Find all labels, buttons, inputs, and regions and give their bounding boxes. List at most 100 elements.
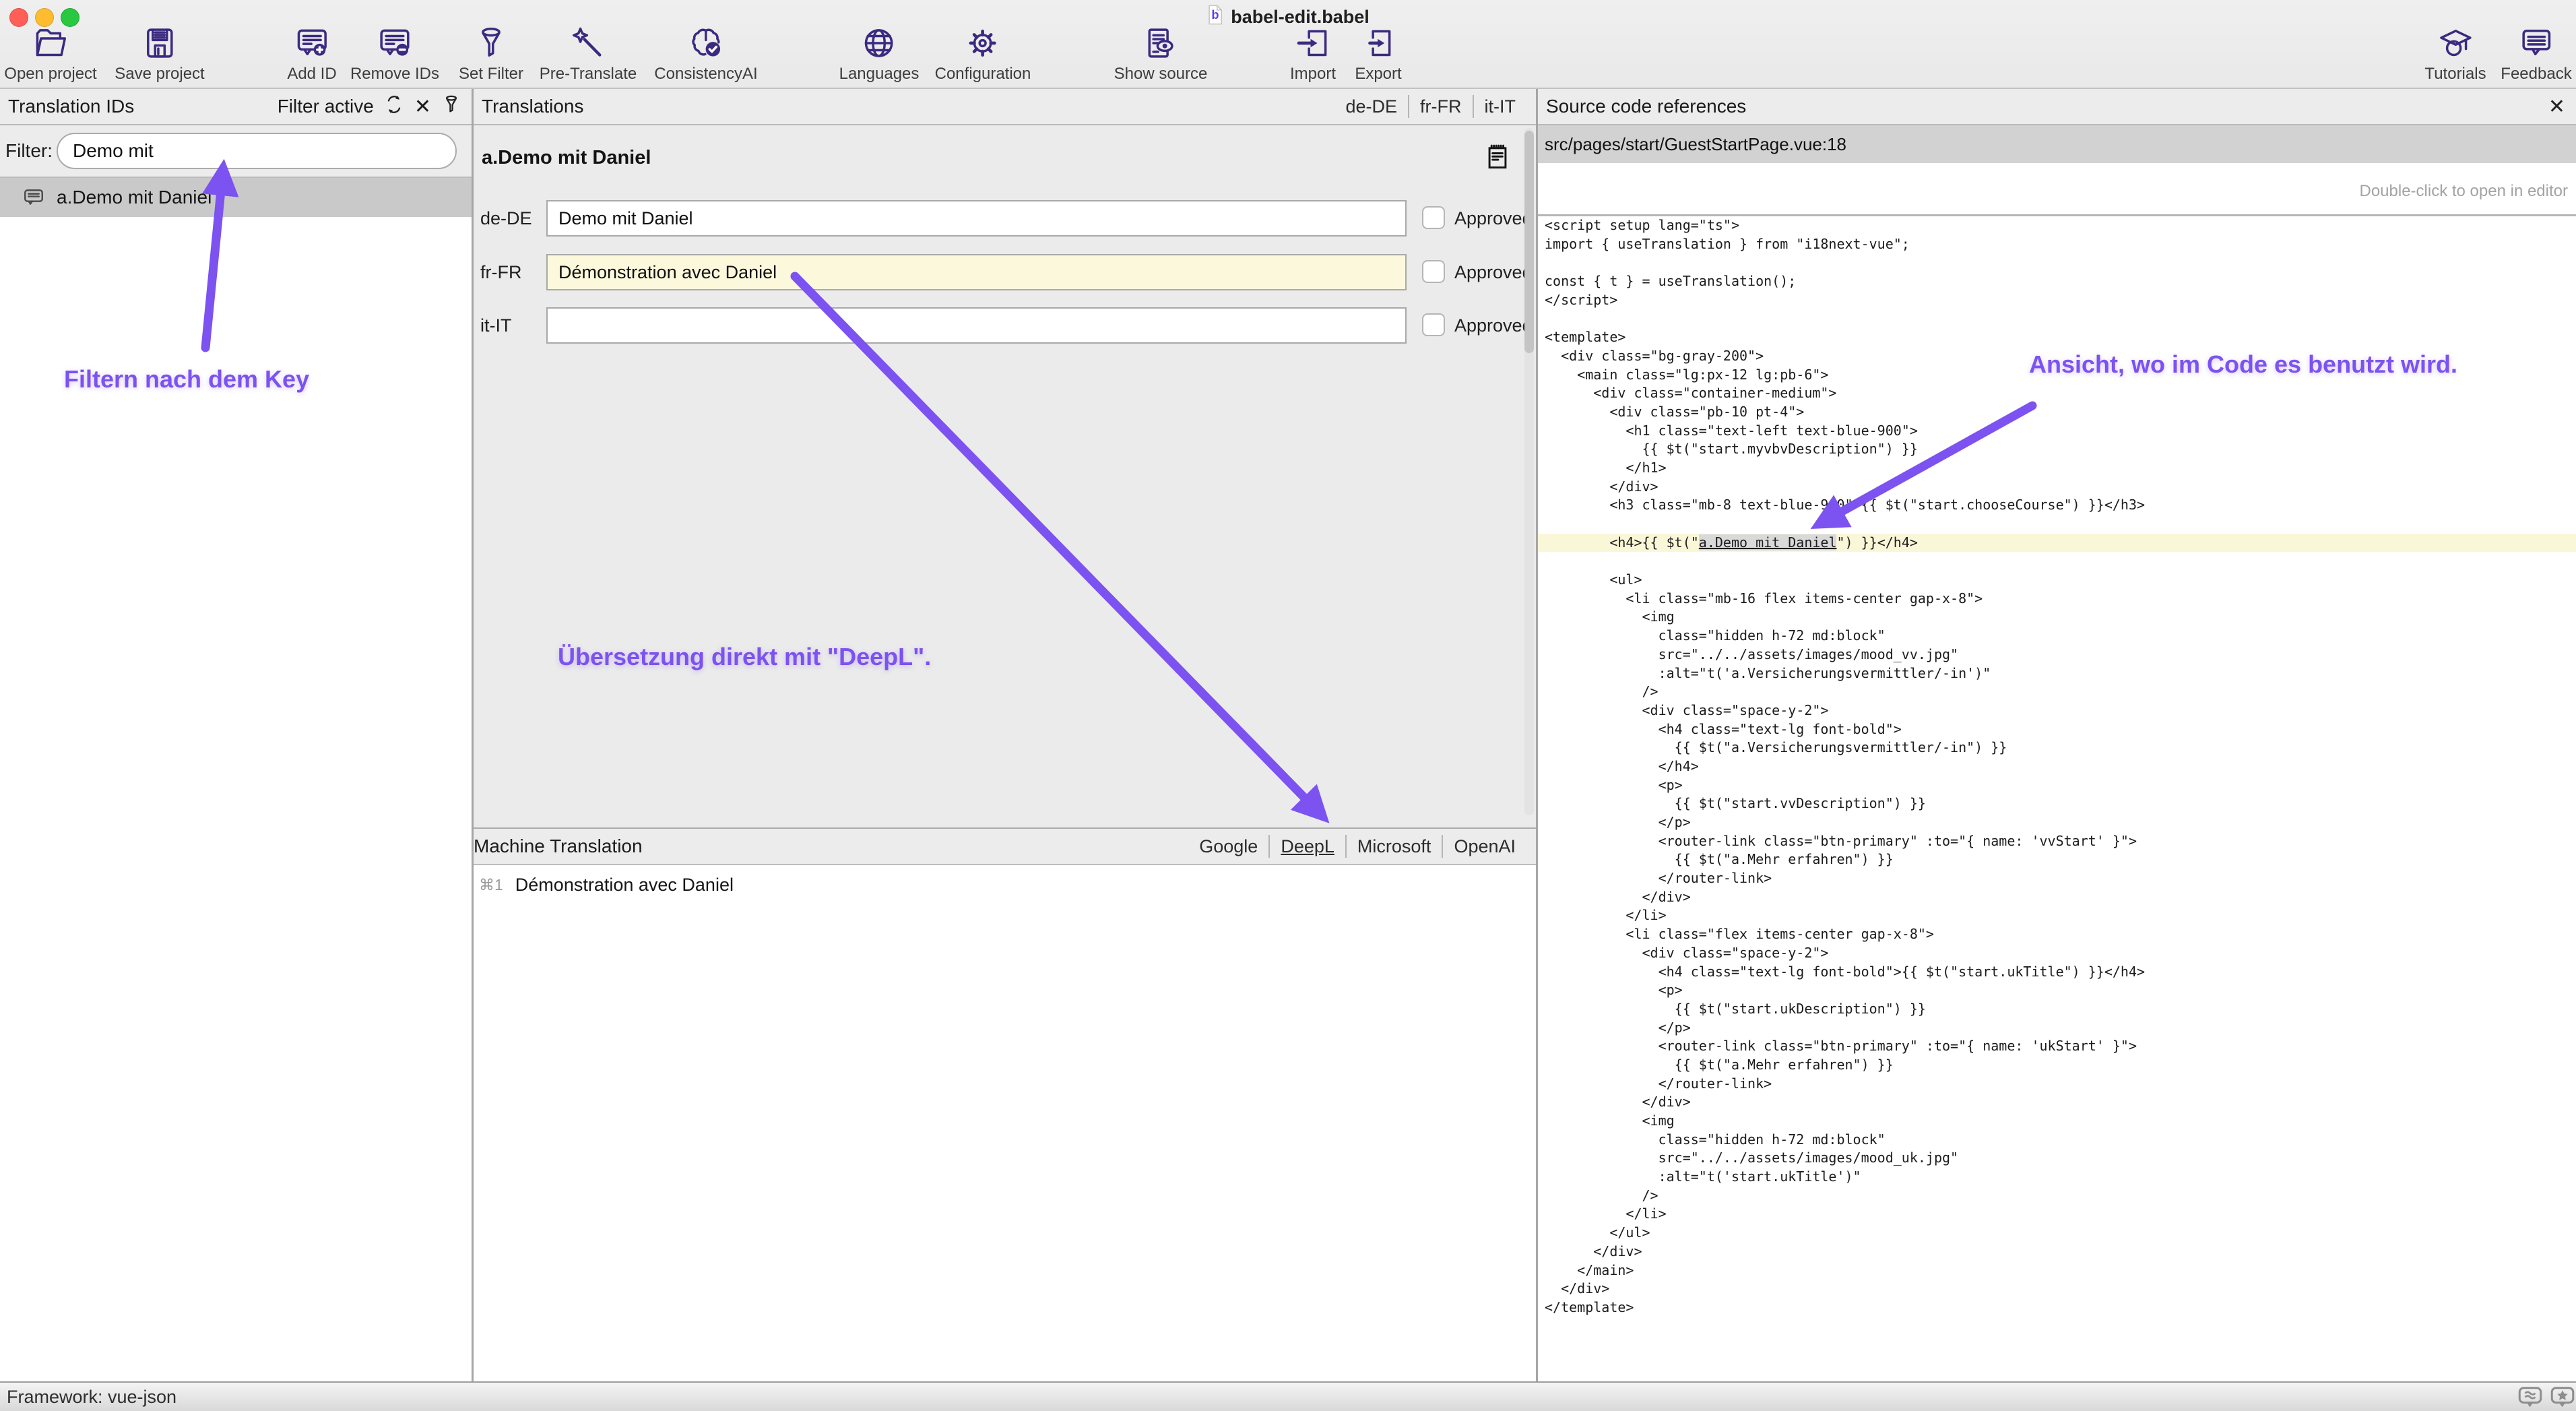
- toolbar-button-add-id[interactable]: Add ID: [287, 24, 336, 84]
- toolbar-button-label: Save project: [115, 65, 204, 84]
- close-panel-icon[interactable]: ✕: [2548, 95, 2576, 119]
- approved-checkbox-de-DE[interactable]: [1422, 206, 1445, 229]
- code-line: </div>: [1545, 478, 2576, 497]
- provider-tab-openai[interactable]: OpenAI: [1442, 835, 1526, 858]
- toolbar-button-label: Show source: [1114, 65, 1208, 84]
- toolbar-button-export[interactable]: Export: [1355, 24, 1401, 84]
- approved-label: Approved: [1454, 307, 1533, 344]
- code-line: </div>: [1545, 888, 2576, 907]
- toolbar-button-import[interactable]: Import: [1290, 24, 1336, 84]
- code-line: {{ $t("start.myvbvDescription") }}: [1545, 440, 2576, 459]
- toolbar-button-set-filter[interactable]: Set Filter: [459, 24, 523, 84]
- translation-waves-bubble-icon[interactable]: [2518, 1386, 2542, 1411]
- machine-translation-suggestion[interactable]: ⌘1 Démonstration avec Daniel: [479, 875, 734, 896]
- translations-header: Translations de-DEfr-FRit-IT: [474, 89, 1536, 125]
- code-line: <main class="lg:px-12 lg:pb-6">: [1545, 366, 2576, 385]
- tab-fr-fr[interactable]: fr-FR: [1408, 95, 1472, 118]
- toolbar-button-languages[interactable]: Languages: [839, 24, 920, 84]
- language-label-fr-FR: fr-FR: [480, 254, 542, 290]
- approved-checkbox-it-IT[interactable]: [1422, 313, 1445, 336]
- source-code-header: Source code references ✕: [1538, 89, 2576, 125]
- toolbar-button-label: Pre-Translate: [540, 65, 637, 84]
- toolbar-button-open-project[interactable]: Open project: [4, 24, 96, 84]
- toolbar-button-tutorials[interactable]: Tutorials: [2424, 24, 2486, 84]
- translation-id-label: a.Demo mit Daniel: [57, 187, 212, 208]
- source-code-title: Source code references: [1538, 96, 1746, 117]
- source-code-view[interactable]: <script setup lang="ts">import { useTran…: [1538, 216, 2576, 1381]
- toolbar-button-label: ConsistencyAI: [654, 65, 757, 84]
- filter-label: Filter:: [5, 125, 53, 177]
- code-line: <h1 class="text-left text-blue-900">: [1545, 422, 2576, 441]
- code-line: src="../../assets/images/mood_uk.jpg": [1545, 1149, 2576, 1168]
- toolbar-button-pre-translate[interactable]: Pre-Translate: [540, 24, 637, 84]
- translations-scrollbar[interactable]: [1524, 128, 1534, 815]
- machine-translation-title: Machine Translation: [474, 836, 643, 857]
- source-code-panel: Source code references ✕ src/pages/start…: [1538, 89, 2576, 1381]
- code-line: [1545, 552, 2576, 571]
- code-line: <div class="bg-gray-200">: [1545, 347, 2576, 366]
- translation-input-de-DE[interactable]: [546, 200, 1407, 237]
- toolbar-button-configuration[interactable]: Configuration: [935, 24, 1031, 84]
- code-line-highlighted: <h4>{{ $t("a.Demo mit Daniel") }}</h4>: [1538, 534, 2576, 553]
- code-text: <h4>{{ $t(": [1545, 534, 1699, 551]
- code-line: <li class="flex items-center gap-x-8">: [1545, 925, 2576, 944]
- language-label-it-IT: it-IT: [480, 307, 542, 344]
- toolbar-button-save-project[interactable]: Save project: [115, 24, 204, 84]
- translation-input-it-IT[interactable]: [546, 307, 1407, 344]
- machine-translation-header: Machine Translation GoogleDeepLMicrosoft…: [474, 827, 1536, 865]
- code-line: </router-link>: [1545, 1075, 2576, 1094]
- svg-text:b: b: [1211, 8, 1219, 22]
- provider-tab-deepl[interactable]: DeepL: [1268, 835, 1345, 858]
- toolbar-button-label: Open project: [4, 65, 96, 84]
- translation-input-fr-FR[interactable]: [546, 254, 1407, 290]
- code-line: </div>: [1545, 1280, 2576, 1298]
- code-line: {{ $t("start.vvDescription") }}: [1545, 794, 2576, 813]
- tab-it-it[interactable]: it-IT: [1473, 95, 1527, 118]
- translation-row-de-DE: de-DEApproved: [474, 200, 1536, 237]
- code-line: </script>: [1545, 291, 2576, 310]
- code-line: </div>: [1545, 1093, 2576, 1112]
- tab-de-de[interactable]: de-DE: [1334, 95, 1408, 118]
- refresh-icon[interactable]: [383, 94, 405, 120]
- suggestion-text: Démonstration avec Daniel: [515, 875, 734, 896]
- toolbar-button-show-source[interactable]: Show source: [1114, 24, 1208, 84]
- language-tabs: de-DEfr-FRit-IT: [1334, 95, 1536, 118]
- filter-input[interactable]: [57, 133, 457, 169]
- remove-ids-icon: [376, 24, 414, 62]
- toolbar-button-remove-ids[interactable]: Remove IDs: [350, 24, 439, 84]
- favorite-star-bubble-icon[interactable]: [2550, 1386, 2575, 1411]
- code-line: src="../../assets/images/mood_vv.jpg": [1545, 646, 2576, 664]
- translation-ids-panel: Translation IDs Filter active ✕ Filter: …: [0, 89, 474, 1381]
- translation-row-it-IT: it-IT Approved: [474, 307, 1536, 344]
- code-line: {{ $t("a.Mehr erfahren") }}: [1545, 850, 2576, 869]
- source-code-listing: <script setup lang="ts">import { useTran…: [1538, 216, 2576, 1317]
- code-line: </template>: [1545, 1298, 2576, 1317]
- pre-translate-wand-icon: [569, 24, 607, 62]
- provider-tab-microsoft[interactable]: Microsoft: [1345, 835, 1442, 858]
- code-line: />: [1545, 1187, 2576, 1205]
- toolbar-button-feedback[interactable]: Feedback: [2501, 24, 2571, 84]
- code-line: <router-link class="btn-primary" :to="{ …: [1545, 1037, 2576, 1056]
- source-file-reference[interactable]: src/pages/start/GuestStartPage.vue:18: [1538, 125, 2576, 163]
- toolbar-button-label: Configuration: [935, 65, 1031, 84]
- scrollbar-thumb[interactable]: [1524, 131, 1534, 353]
- provider-tab-google[interactable]: Google: [1188, 835, 1268, 858]
- toolbar-button-consistencyai[interactable]: ConsistencyAI: [654, 24, 757, 84]
- machine-translation-content: ⌘1 Démonstration avec Daniel: [474, 865, 1536, 1381]
- filter-funnel-icon[interactable]: [441, 94, 462, 120]
- code-line: <div class="pb-10 pt-4">: [1545, 403, 2576, 422]
- code-line: />: [1545, 683, 2576, 701]
- code-line: <p>: [1545, 776, 2576, 795]
- toolbar-button-label: Remove IDs: [350, 65, 439, 84]
- approved-checkbox-fr-FR[interactable]: [1422, 260, 1445, 283]
- filter-row: Filter:: [0, 125, 472, 178]
- add-id-icon: [293, 24, 331, 62]
- export-icon: [1359, 24, 1397, 62]
- translations-panel: Translations de-DEfr-FRit-IT a.Demo mit …: [474, 89, 1538, 1381]
- code-line: <template>: [1545, 328, 2576, 347]
- suggestion-shortcut: ⌘1: [479, 876, 503, 894]
- translation-id-list-item[interactable]: a.Demo mit Daniel: [0, 178, 472, 217]
- clear-filter-icon[interactable]: ✕: [414, 95, 431, 119]
- translation-ids-title: Translation IDs: [0, 96, 134, 117]
- notepad-icon[interactable]: [1483, 140, 1512, 177]
